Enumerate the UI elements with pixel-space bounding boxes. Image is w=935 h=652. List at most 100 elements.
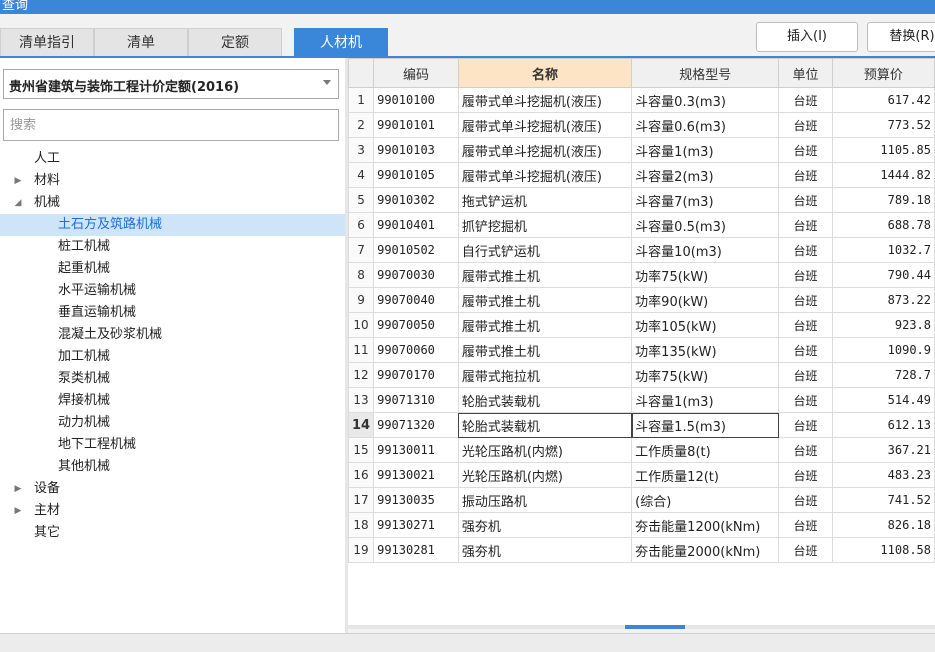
column-price-header[interactable]: 预算价 xyxy=(831,58,935,88)
tree-node[interactable]: 桩工机械 xyxy=(0,236,345,258)
table-row[interactable]: 9 99070040 履带式推土机 功率90(kW) 台班 873.22 xyxy=(348,287,935,313)
name-cell[interactable]: 振动压路机 xyxy=(457,487,633,513)
spec-cell[interactable]: 斗容量1(m3) xyxy=(631,137,780,163)
name-cell[interactable]: 光轮压路机(内燃) xyxy=(457,437,633,463)
spec-cell[interactable]: 功率105(kW) xyxy=(631,312,780,338)
scrollbar-thumb[interactable] xyxy=(625,625,685,629)
row-number[interactable]: 15 xyxy=(348,437,375,463)
code-cell[interactable]: 99010103 xyxy=(373,137,459,163)
spec-cell[interactable]: 斗容量7(m3) xyxy=(631,187,780,213)
table-row[interactable]: 18 99130271 强夯机 夯击能量1200(kNm) 台班 826.18 xyxy=(348,512,935,538)
table-row[interactable]: 4 99010105 履带式单斗挖掘机(液压) 斗容量2(m3) 台班 1444.82 xyxy=(348,162,935,188)
code-cell[interactable]: 99130011 xyxy=(373,437,459,463)
price-cell[interactable]: 617.42 xyxy=(831,87,935,113)
chevron-down-icon[interactable] xyxy=(323,80,331,85)
unit-cell[interactable]: 台班 xyxy=(778,387,833,413)
price-cell[interactable]: 789.18 xyxy=(831,187,935,213)
name-cell[interactable]: 轮胎式装载机 xyxy=(457,412,633,438)
code-cell[interactable]: 99130271 xyxy=(373,512,459,538)
table-row[interactable]: 13 99071310 轮胎式装载机 斗容量1(m3) 台班 514.49 xyxy=(348,387,935,413)
name-cell[interactable]: 光轮压路机(内燃) xyxy=(457,462,633,488)
replace-button[interactable]: 替换(R) xyxy=(867,22,935,52)
spec-cell[interactable]: 斗容量1.5(m3) xyxy=(631,412,780,438)
table-row[interactable]: 12 99070170 履带式拖拉机 功率75(kW) 台班 728.7 xyxy=(348,362,935,388)
name-cell[interactable]: 履带式推土机 xyxy=(457,262,633,288)
row-number[interactable]: 4 xyxy=(348,162,375,188)
spec-cell[interactable]: 夯击能量1200(kNm) xyxy=(631,512,780,538)
name-cell[interactable]: 拖式铲运机 xyxy=(457,187,633,213)
column-spec-header[interactable]: 规格型号 xyxy=(631,58,780,88)
row-number[interactable]: 11 xyxy=(348,337,375,363)
name-cell[interactable]: 履带式单斗挖掘机(液压) xyxy=(457,137,633,163)
tab-quota[interactable]: 定额 xyxy=(188,28,282,56)
tree-node[interactable]: 土石方及筑路机械 xyxy=(0,214,345,236)
row-number[interactable]: 3 xyxy=(348,137,375,163)
price-cell[interactable]: 728.7 xyxy=(831,362,935,388)
spec-cell[interactable]: 斗容量0.3(m3) xyxy=(631,87,780,113)
row-number[interactable]: 18 xyxy=(348,512,375,538)
name-cell[interactable]: 履带式推土机 xyxy=(457,287,633,313)
price-cell[interactable]: 1090.9 xyxy=(831,337,935,363)
tab-list-guide[interactable]: 清单指引 xyxy=(0,28,94,56)
name-cell[interactable]: 抓铲挖掘机 xyxy=(457,212,633,238)
collapsed-triangle-icon[interactable]: ▶ xyxy=(12,170,24,192)
table-row[interactable]: 15 99130011 光轮压路机(内燃) 工作质量8(t) 台班 367.21 xyxy=(348,437,935,463)
code-cell[interactable]: 99010100 xyxy=(373,87,459,113)
insert-button[interactable]: 插入(I) xyxy=(756,22,858,52)
table-row[interactable]: 11 99070060 履带式推土机 功率135(kW) 台班 1090.9 xyxy=(348,337,935,363)
tree-node[interactable]: ▶ 材料 xyxy=(0,170,345,192)
code-cell[interactable]: 99010101 xyxy=(373,112,459,138)
row-number[interactable]: 13 xyxy=(348,387,375,413)
unit-cell[interactable]: 台班 xyxy=(778,262,833,288)
row-number[interactable]: 7 xyxy=(348,237,375,263)
code-cell[interactable]: 99010502 xyxy=(373,237,459,263)
tree-node[interactable]: ▶ 设备 xyxy=(0,478,345,500)
code-cell[interactable]: 99070170 xyxy=(373,362,459,388)
search-input[interactable] xyxy=(3,109,339,141)
name-cell[interactable]: 履带式拖拉机 xyxy=(457,362,633,388)
code-cell[interactable]: 99010302 xyxy=(373,187,459,213)
tree-node[interactable]: 垂直运输机械 xyxy=(0,302,345,324)
row-number[interactable]: 19 xyxy=(348,537,375,563)
tree-node[interactable]: 其它 xyxy=(0,522,345,544)
price-cell[interactable]: 1032.7 xyxy=(831,237,935,263)
spec-cell[interactable]: 工作质量12(t) xyxy=(631,462,780,488)
table-row[interactable]: 7 99010502 自行式铲运机 斗容量10(m3) 台班 1032.7 xyxy=(348,237,935,263)
column-row-number-header[interactable] xyxy=(348,58,375,88)
code-cell[interactable]: 99070060 xyxy=(373,337,459,363)
price-cell[interactable]: 367.21 xyxy=(831,437,935,463)
price-cell[interactable]: 923.8 xyxy=(831,312,935,338)
price-cell[interactable]: 483.23 xyxy=(831,462,935,488)
code-cell[interactable]: 99071320 xyxy=(373,412,459,438)
table-row[interactable]: 17 99130035 振动压路机 (综合) 台班 741.52 xyxy=(348,487,935,513)
column-code-header[interactable]: 编码 xyxy=(373,58,459,88)
unit-cell[interactable]: 台班 xyxy=(778,287,833,313)
collapsed-triangle-icon[interactable]: ▶ xyxy=(12,478,24,500)
code-cell[interactable]: 99070050 xyxy=(373,312,459,338)
row-number[interactable]: 2 xyxy=(348,112,375,138)
price-cell[interactable]: 1105.85 xyxy=(831,137,935,163)
unit-cell[interactable]: 台班 xyxy=(778,512,833,538)
row-number[interactable]: 16 xyxy=(348,462,375,488)
table-row[interactable]: 6 99010401 抓铲挖掘机 斗容量0.5(m3) 台班 688.78 xyxy=(348,212,935,238)
row-number[interactable]: 8 xyxy=(348,262,375,288)
price-cell[interactable]: 741.52 xyxy=(831,487,935,513)
code-cell[interactable]: 99010105 xyxy=(373,162,459,188)
row-number[interactable]: 1 xyxy=(348,87,375,113)
tree-node[interactable]: 地下工程机械 xyxy=(0,434,345,456)
table-row[interactable]: 10 99070050 履带式推土机 功率105(kW) 台班 923.8 xyxy=(348,312,935,338)
code-cell[interactable]: 99071310 xyxy=(373,387,459,413)
unit-cell[interactable]: 台班 xyxy=(778,112,833,138)
price-cell[interactable]: 688.78 xyxy=(831,212,935,238)
tree-node[interactable]: ▶ 主材 xyxy=(0,500,345,522)
spec-cell[interactable]: 斗容量10(m3) xyxy=(631,237,780,263)
unit-cell[interactable]: 台班 xyxy=(778,412,833,438)
code-cell[interactable]: 99010401 xyxy=(373,212,459,238)
price-cell[interactable]: 514.49 xyxy=(831,387,935,413)
table-row[interactable]: 5 99010302 拖式铲运机 斗容量7(m3) 台班 789.18 xyxy=(348,187,935,213)
tree-node[interactable]: 其他机械 xyxy=(0,456,345,478)
name-cell[interactable]: 履带式推土机 xyxy=(457,312,633,338)
price-cell[interactable]: 873.22 xyxy=(831,287,935,313)
horizontal-scrollbar[interactable] xyxy=(348,625,935,629)
expanded-triangle-icon[interactable]: ◢ xyxy=(12,192,24,214)
